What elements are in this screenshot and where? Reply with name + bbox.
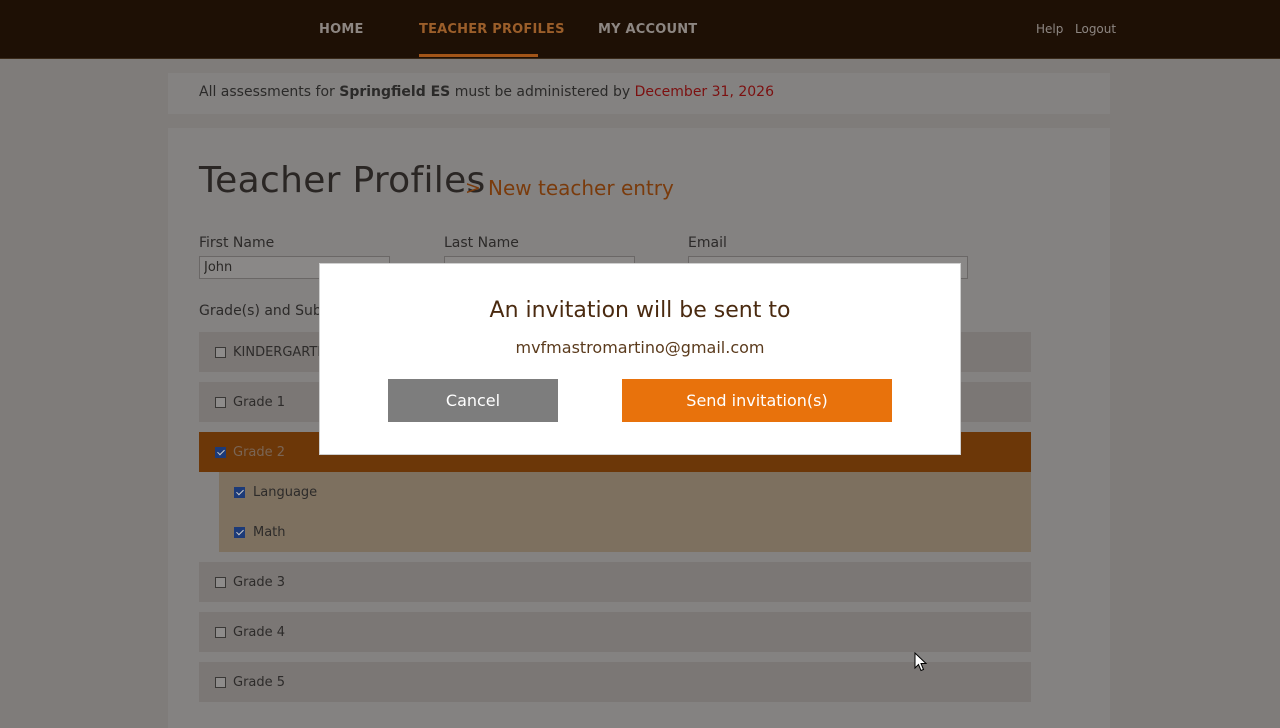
- page-subtitle: New teacher entry: [488, 176, 674, 200]
- top-nav: HOME TEACHER PROFILES MY ACCOUNT Help Lo…: [0, 0, 1280, 59]
- nav-active-indicator: [419, 54, 538, 57]
- nav-teacher-profiles[interactable]: TEACHER PROFILES: [419, 22, 565, 37]
- nav-home[interactable]: HOME: [319, 22, 364, 37]
- dialog-title: An invitation will be sent to: [489, 298, 791, 323]
- invitation-dialog: An invitation will be sent to mvfmastrom…: [319, 263, 961, 455]
- grade-row-4[interactable]: Grade 4: [199, 612, 1031, 652]
- subject-checkbox-math[interactable]: [234, 527, 245, 538]
- page-title: Teacher Profiles: [199, 160, 486, 201]
- cancel-button[interactable]: Cancel: [388, 379, 558, 422]
- grade-row-3[interactable]: Grade 3: [199, 562, 1031, 602]
- grade-checkbox[interactable]: [215, 677, 226, 688]
- notice-deadline: December 31, 2026: [634, 84, 774, 100]
- grade-checkbox[interactable]: [215, 627, 226, 638]
- notice-middle: must be administered by: [454, 84, 631, 100]
- help-link[interactable]: Help: [1036, 22, 1063, 36]
- subject-checkbox-language[interactable]: [234, 487, 245, 498]
- breadcrumb-separator: >: [465, 177, 481, 199]
- notice-prefix: All assessments for: [199, 84, 335, 100]
- grade-row-5[interactable]: Grade 5: [199, 662, 1031, 702]
- grade-label: Grade 2: [233, 445, 286, 460]
- first-name-label: First Name: [199, 235, 275, 251]
- mouse-cursor-icon: [914, 652, 928, 672]
- logout-link[interactable]: Logout: [1075, 22, 1116, 36]
- dialog-email: mvfmastromartino@gmail.com: [515, 338, 765, 357]
- notice-school: Springfield ES: [339, 84, 451, 100]
- send-invitation-button[interactable]: Send invitation(s): [622, 379, 892, 422]
- subject-label: Language: [253, 485, 318, 500]
- grade-label: Grade 1: [233, 395, 286, 410]
- nav-my-account[interactable]: MY ACCOUNT: [598, 22, 697, 37]
- assessment-notice: All assessments for Springfield ES must …: [168, 73, 1110, 114]
- subject-label: Math: [253, 525, 286, 540]
- email-label: Email: [688, 235, 727, 251]
- grade-checkbox[interactable]: [215, 397, 226, 408]
- grade-checkbox[interactable]: [215, 447, 226, 458]
- grade-label: Grade 4: [233, 625, 286, 640]
- grade-checkbox[interactable]: [215, 347, 226, 358]
- grade-checkbox[interactable]: [215, 577, 226, 588]
- last-name-label: Last Name: [444, 235, 519, 251]
- grade-label: Grade 5: [233, 675, 286, 690]
- grade-2-subjects: Language Math: [219, 472, 1031, 552]
- grade-label: Grade 3: [233, 575, 286, 590]
